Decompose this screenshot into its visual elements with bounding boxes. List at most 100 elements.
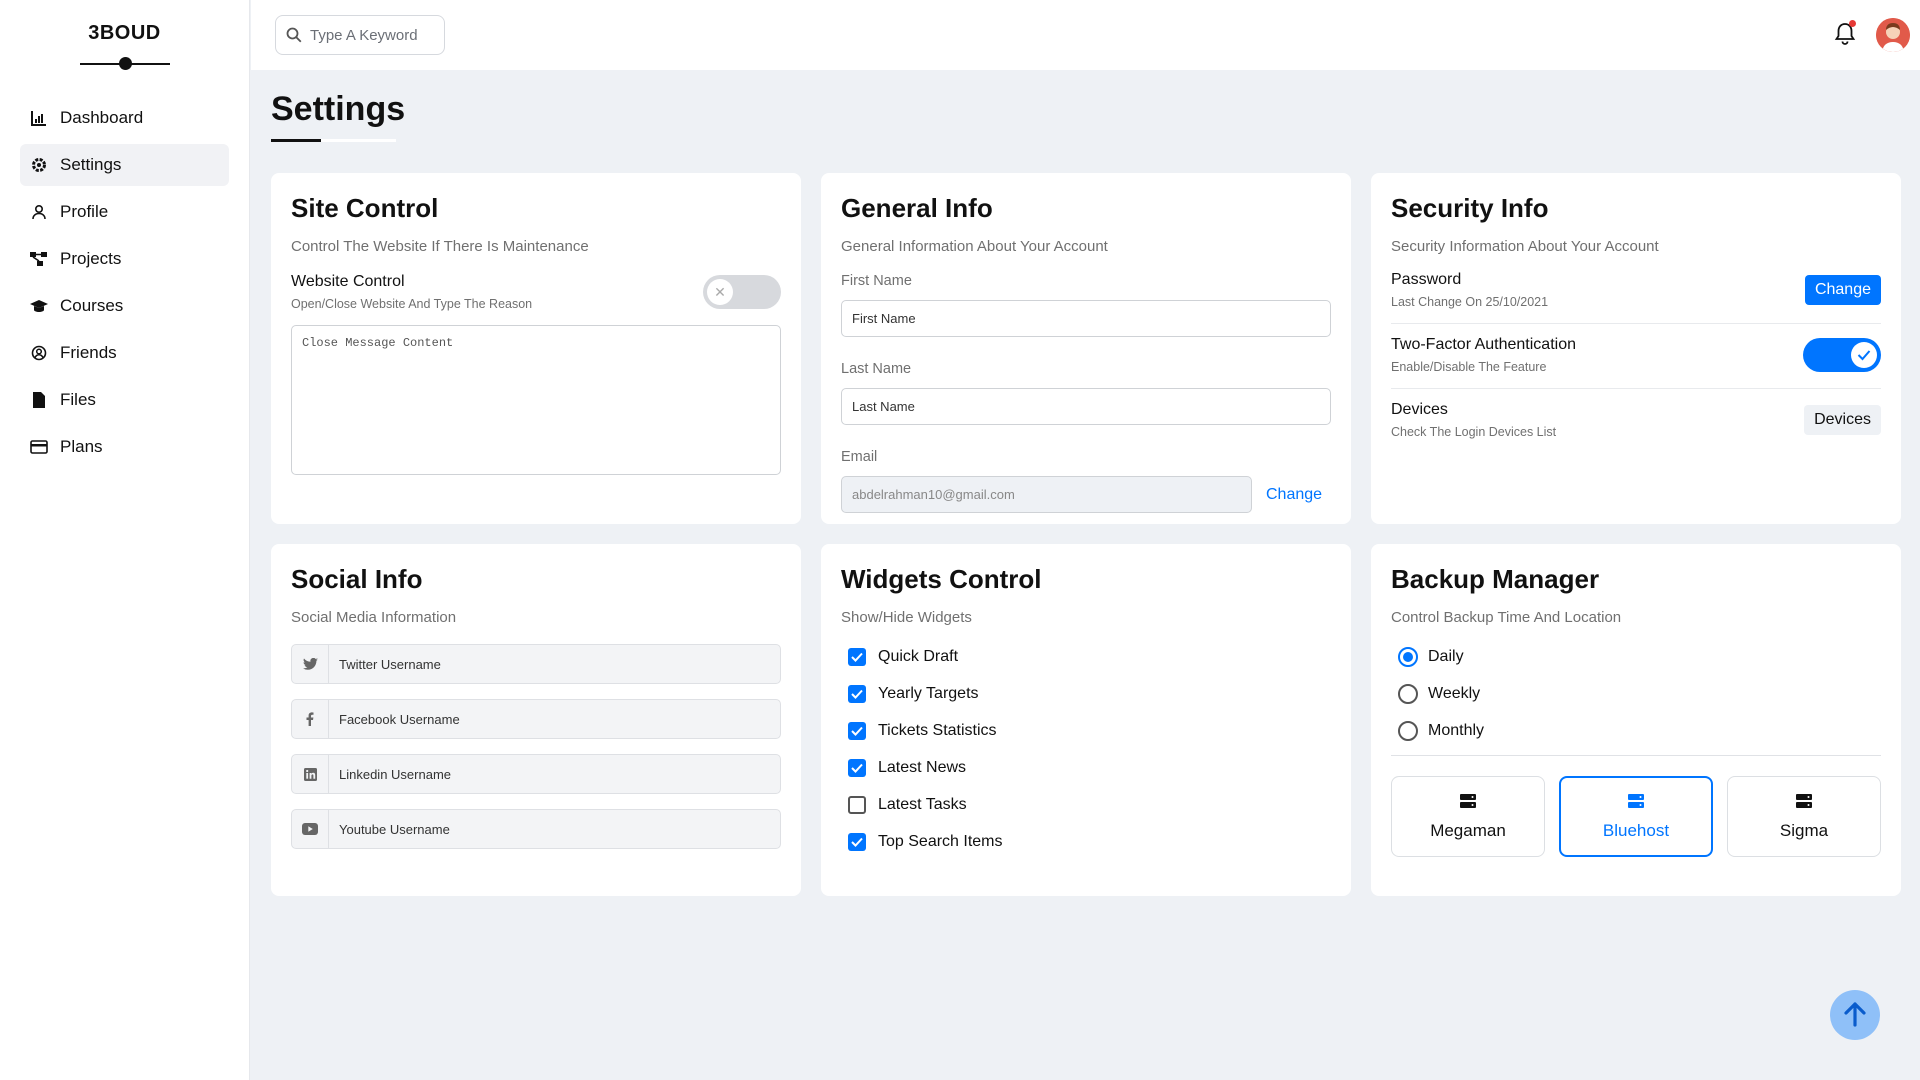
site-control-card: Site Control Control The Website If Ther… — [271, 173, 801, 524]
search-input[interactable] — [310, 26, 430, 44]
sidebar-item-projects[interactable]: Projects — [20, 238, 229, 280]
sidebar-item-label: Profile — [60, 202, 109, 221]
user-icon — [30, 203, 48, 221]
devices-button[interactable]: Devices — [1804, 405, 1881, 435]
file-icon — [30, 391, 48, 409]
server-icon — [1460, 793, 1476, 813]
sidebar-item-courses[interactable]: Courses — [20, 285, 229, 327]
password-row: Password Last Change On 25/10/2021 Chang… — [1391, 259, 1881, 324]
sidebar-item-label: Friends — [60, 343, 117, 362]
last-name-label: Last Name — [841, 361, 912, 377]
card-subtitle: Show/Hide Widgets — [841, 609, 972, 626]
sidebar-item-plans[interactable]: Plans — [20, 426, 229, 468]
page-title: Settings — [271, 90, 406, 128]
social-info-card: Social Info Social Media Information — [271, 544, 801, 896]
radio-unselected-icon — [1398, 683, 1418, 704]
checkbox-label: Latest News — [878, 758, 967, 776]
diagram-icon — [30, 250, 48, 268]
gear-icon — [30, 156, 48, 174]
radio-label: Daily — [1428, 647, 1464, 665]
checkbox-label: Yearly Targets — [878, 684, 979, 702]
sidebar-item-friends[interactable]: Friends — [20, 332, 229, 374]
twitter-icon — [292, 645, 329, 683]
chart-icon — [30, 109, 48, 127]
title-underline — [271, 139, 396, 142]
search-box[interactable] — [275, 15, 445, 55]
server-option-bluehost[interactable]: Bluehost — [1559, 776, 1713, 857]
youtube-username-input[interactable] — [329, 810, 780, 848]
two-factor-label: Two-Factor Authentication — [1391, 336, 1576, 353]
graduation-cap-icon — [30, 297, 48, 315]
last-name-field[interactable] — [841, 388, 1331, 425]
security-info-card: Security Info Security Information About… — [1371, 173, 1901, 524]
server-option-sigma[interactable]: Sigma — [1727, 776, 1881, 857]
sidebar-item-files[interactable]: Files — [20, 379, 229, 421]
card-title: Widgets Control — [841, 564, 1042, 594]
linkedin-field-group — [291, 754, 781, 794]
sidebar-item-label: Dashboard — [60, 108, 144, 127]
backup-radio-weekly[interactable]: Weekly — [1391, 675, 1881, 712]
sidebar-item-label: Files — [60, 390, 96, 409]
widget-checkbox-yearly-targets[interactable]: Yearly Targets — [841, 675, 1331, 712]
credit-card-icon — [30, 438, 48, 456]
check-icon — [1851, 342, 1877, 368]
first-name-field[interactable] — [841, 300, 1331, 337]
card-title: General Info — [841, 193, 993, 223]
user-circle-icon — [30, 344, 48, 362]
widget-checkbox-latest-news[interactable]: Latest News — [841, 749, 1331, 786]
sidebar-item-settings[interactable]: Settings — [20, 144, 229, 186]
general-info-card: General Info General Information About Y… — [821, 173, 1351, 524]
notification-bell-icon[interactable] — [1834, 20, 1856, 46]
arrow-up-icon — [1843, 1001, 1867, 1030]
close-message-textarea[interactable] — [291, 325, 781, 475]
website-control-subtext: Open/Close Website And Type The Reason — [291, 297, 533, 311]
card-title: Security Info — [1391, 193, 1549, 223]
password-label: Password — [1391, 271, 1462, 288]
scroll-to-top-button[interactable] — [1830, 990, 1880, 1040]
divider — [1391, 755, 1881, 756]
checkbox-label: Tickets Statistics — [878, 721, 997, 739]
change-password-button[interactable]: Change — [1804, 275, 1881, 305]
two-factor-subtext: Enable/Disable The Feature — [1391, 360, 1547, 374]
change-email-link[interactable]: Change — [1266, 486, 1322, 504]
twitter-username-input[interactable] — [329, 645, 780, 683]
widget-checkbox-latest-tasks[interactable]: Latest Tasks — [841, 786, 1331, 823]
card-subtitle: Control Backup Time And Location — [1391, 609, 1622, 626]
website-control-row: Website Control Open/Close Website And T… — [291, 273, 781, 311]
facebook-username-input[interactable] — [329, 700, 780, 738]
sidebar-nav: Dashboard Settings Profile Projects Cour… — [0, 97, 249, 468]
radio-selected-icon — [1398, 646, 1418, 667]
widget-checkbox-top-search-items[interactable]: Top Search Items — [841, 823, 1331, 860]
youtube-field-group — [291, 809, 781, 849]
checkbox-checked-icon — [848, 832, 866, 851]
backup-radio-daily[interactable]: Daily — [1391, 638, 1881, 675]
checkbox-label: Quick Draft — [878, 647, 959, 665]
sidebar-item-profile[interactable]: Profile — [20, 191, 229, 233]
backup-radio-monthly[interactable]: Monthly — [1391, 712, 1881, 749]
devices-subtext: Check The Login Devices List — [1391, 425, 1557, 439]
two-factor-toggle[interactable] — [1803, 338, 1881, 372]
card-title: Site Control — [291, 193, 439, 223]
linkedin-username-input[interactable] — [329, 755, 780, 793]
email-row: Change — [841, 476, 1331, 513]
widget-checkbox-quick-draft[interactable]: Quick Draft — [841, 638, 1331, 675]
devices-label: Devices — [1391, 401, 1448, 418]
checkbox-checked-icon — [848, 721, 866, 740]
avatar[interactable] — [1876, 18, 1910, 52]
checkbox-checked-icon — [848, 684, 866, 703]
card-title: Social Info — [291, 564, 423, 594]
website-control-toggle[interactable]: ✕ — [703, 275, 781, 309]
server-label: Bluehost — [1602, 820, 1670, 840]
twitter-field-group — [291, 644, 781, 684]
checkbox-label: Latest Tasks — [878, 795, 967, 813]
server-option-megaman[interactable]: Megaman — [1391, 776, 1545, 857]
facebook-field-group — [291, 699, 781, 739]
email-field — [841, 476, 1252, 513]
sidebar-item-dashboard[interactable]: Dashboard — [20, 97, 229, 139]
sidebar-item-label: Projects — [60, 249, 122, 268]
close-icon: ✕ — [707, 279, 733, 305]
checkbox-checked-icon — [848, 758, 866, 777]
main-content: Settings Site Control Control The Websit… — [251, 70, 1920, 1080]
widget-checkbox-tickets-statistics[interactable]: Tickets Statistics — [841, 712, 1331, 749]
linkedin-icon — [292, 755, 329, 793]
